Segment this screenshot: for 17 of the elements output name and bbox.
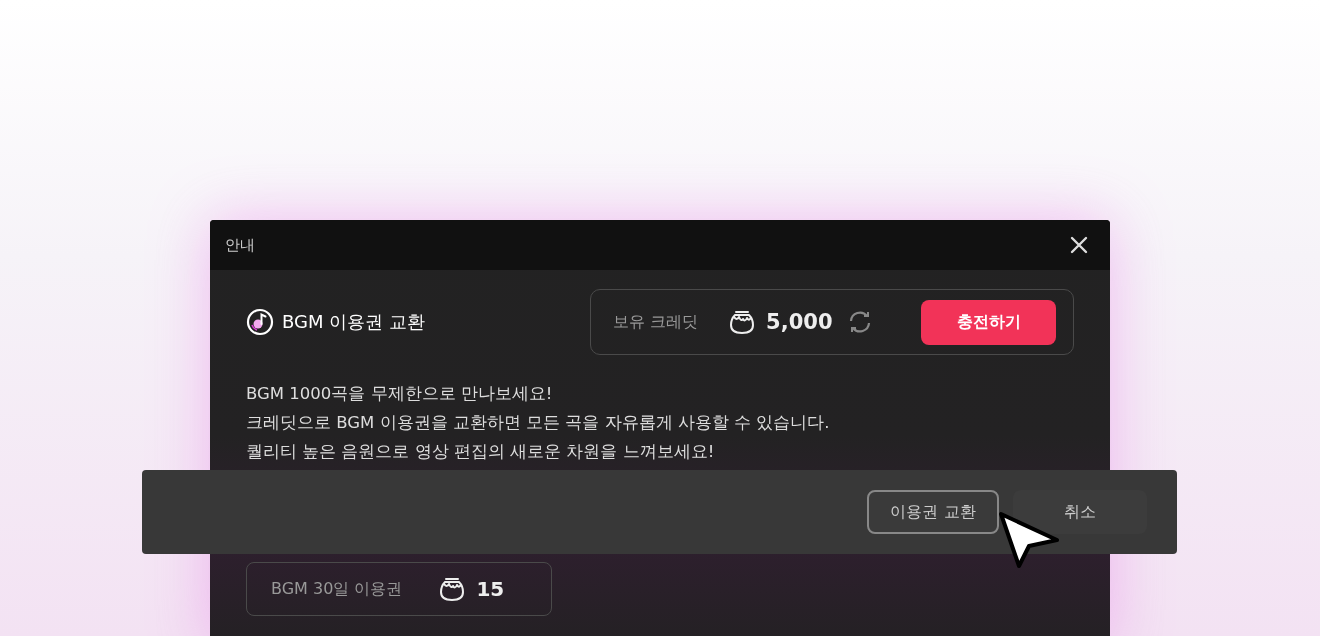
credit-amount: 5,000 — [766, 310, 833, 334]
music-disc-icon — [246, 308, 274, 336]
jar-icon — [728, 308, 757, 336]
cancel-button[interactable]: 취소 — [1013, 490, 1147, 534]
description-line: 크레딧으로 BGM 이용권을 교환하면 모든 곡을 자유롭게 사용할 수 있습니다. — [246, 412, 831, 434]
dialog-title: 안내 — [225, 235, 255, 255]
charge-button[interactable]: 충전하기 — [921, 299, 1056, 345]
jar-icon — [438, 575, 467, 603]
ticket-price: 15 — [476, 577, 505, 601]
description-line: BGM 1000곡을 무제한으로 만나보세요! — [246, 383, 554, 405]
exchange-button[interactable]: 이용권 교환 — [867, 490, 999, 534]
credit-label: 보유 크레딧 — [613, 311, 699, 333]
ticket-card[interactable]: BGM 30일 이용권 15 — [246, 562, 552, 616]
section-heading: BGM 이용권 교환 — [282, 310, 425, 334]
ticket-name: BGM 30일 이용권 — [271, 578, 403, 600]
description-line: 퀄리티 높은 음원으로 영상 편집의 새로운 차원을 느껴보세요! — [246, 441, 716, 463]
close-icon[interactable] — [1070, 236, 1088, 254]
